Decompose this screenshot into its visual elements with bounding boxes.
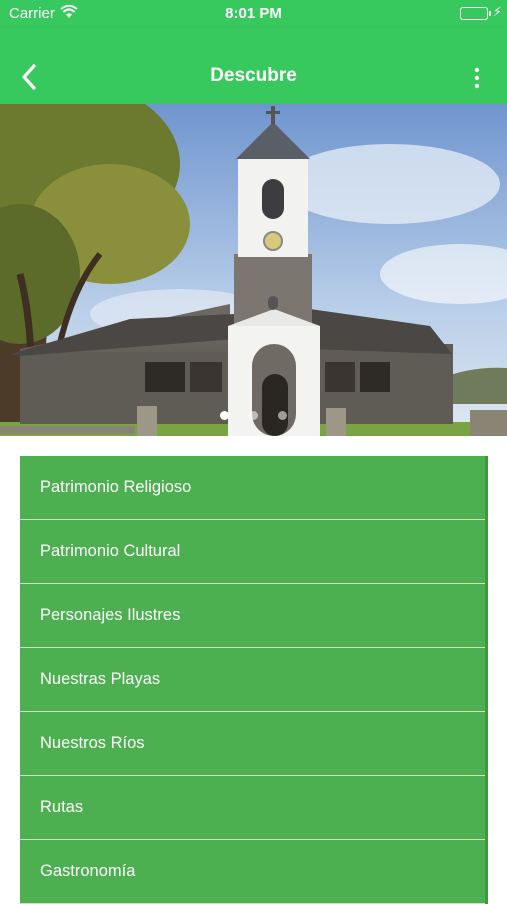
menu-item-nuestras-playas[interactable]: Nuestras Playas bbox=[20, 648, 485, 712]
carousel-dot[interactable] bbox=[278, 411, 288, 420]
charging-icon: ⚡ bbox=[492, 4, 502, 19]
category-list: Patrimonio Religioso Patrimonio Cultural… bbox=[20, 456, 488, 904]
menu-item-personajes-ilustres[interactable]: Personajes Ilustres bbox=[20, 584, 485, 648]
carousel-dot[interactable] bbox=[219, 411, 229, 420]
page-title: Descubre bbox=[210, 65, 297, 86]
menu-item-patrimonio-religioso[interactable]: Patrimonio Religioso bbox=[20, 456, 485, 520]
status-time: 8:01 PM bbox=[225, 5, 282, 22]
menu-item-gastronomia[interactable]: Gastronomía bbox=[20, 840, 485, 904]
navigation-bar: Descubre bbox=[0, 28, 507, 104]
menu-item-rutas[interactable]: Rutas bbox=[20, 776, 485, 840]
image-carousel[interactable] bbox=[0, 104, 507, 436]
carousel-page-indicator[interactable] bbox=[0, 407, 507, 425]
battery-icon bbox=[460, 7, 491, 20]
carousel-dot[interactable] bbox=[249, 411, 258, 420]
status-bar: Carrier 8:01 PM ⚡ bbox=[0, 0, 507, 28]
more-vertical-icon bbox=[474, 67, 480, 89]
menu-item-nuestros-rios[interactable]: Nuestros Ríos bbox=[20, 712, 485, 776]
menu-item-patrimonio-cultural[interactable]: Patrimonio Cultural bbox=[20, 520, 485, 584]
more-options-button[interactable] bbox=[467, 67, 487, 89]
church-photo bbox=[0, 104, 507, 436]
